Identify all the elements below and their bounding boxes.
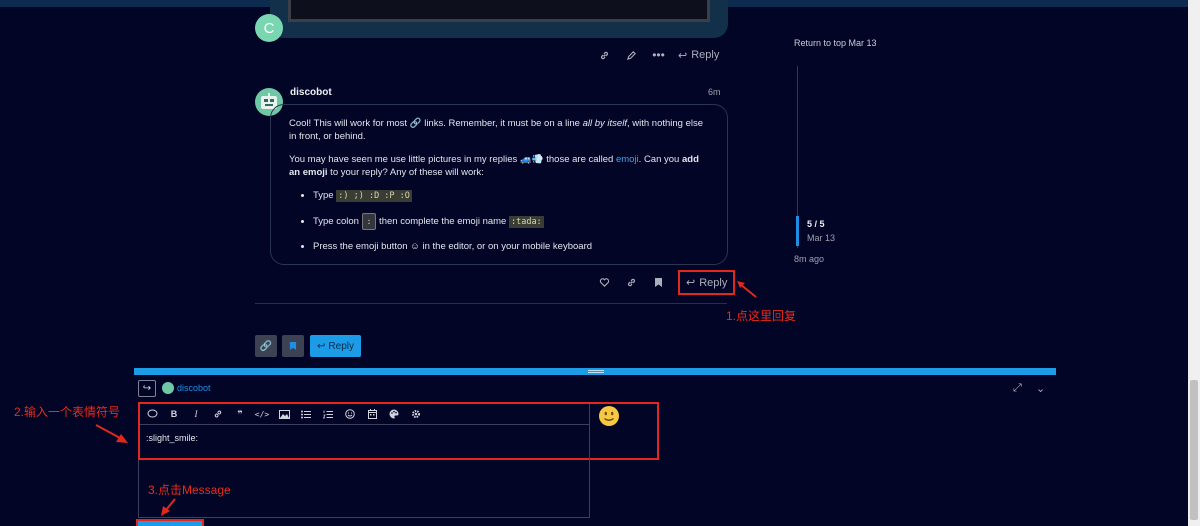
previous-post-reply-button[interactable]: ↩ Reply — [672, 45, 725, 66]
timeline-ago[interactable]: 8m ago — [794, 254, 824, 264]
link-icon: 🔗 — [259, 340, 273, 352]
share-arrow-icon: ↪ — [142, 383, 152, 394]
post-divider — [255, 303, 727, 304]
calendar-icon[interactable] — [361, 405, 383, 423]
emoji-link[interactable]: emoji — [616, 154, 639, 165]
palette-icon[interactable] — [383, 405, 405, 423]
more-icon[interactable]: ••• — [645, 44, 672, 66]
post-time[interactable]: 6m — [708, 87, 721, 97]
timeline-count: 5 / 5 — [807, 219, 825, 229]
timeline-return-to-top[interactable]: Return to top Mar 13 — [794, 37, 884, 50]
bold-icon[interactable]: B — [163, 405, 185, 423]
annotation-arrow-icon — [95, 424, 128, 443]
car-emoji-icon: 🚙💨 — [519, 154, 544, 165]
timeline-date: Mar 13 — [807, 233, 836, 243]
list-item: Type :) ;) :D :P :O — [313, 189, 709, 203]
share-topic-button[interactable]: 🔗 — [255, 335, 277, 357]
bookmark-topic-button[interactable] — [282, 335, 304, 357]
image-icon[interactable] — [273, 405, 295, 423]
blockquote-icon[interactable]: ❞ — [229, 405, 251, 423]
collapse-chevron-icon[interactable]: ⌄ — [1036, 382, 1045, 395]
text-fragment: those are called — [543, 154, 616, 165]
topic-reply-button[interactable]: ↩ Reply — [310, 335, 361, 357]
reply-label: Reply — [691, 49, 720, 61]
bookmark-icon[interactable] — [645, 272, 672, 294]
text-fragment: Cool! This will work for most — [289, 118, 410, 129]
editor-textarea[interactable]: :slight_smile: — [146, 433, 198, 443]
bookmark-icon — [289, 342, 297, 350]
gear-icon[interactable] — [405, 405, 427, 423]
reply-icon: ↩ — [678, 49, 688, 62]
kbd-key: : — [361, 213, 377, 230]
text-fragment: Type — [313, 190, 337, 201]
text-fragment: . Can you — [638, 154, 682, 165]
post-paragraph-2: You may have seen me use little pictures… — [289, 153, 709, 179]
previous-post-card — [270, 0, 728, 38]
reply-to-user[interactable]: discobot — [162, 382, 211, 394]
numbered-list-icon[interactable] — [317, 405, 339, 423]
annotation-arrow-icon — [737, 281, 757, 298]
text-fragment: to your reply? Any of these will work: — [327, 167, 484, 178]
reply-to-username: discobot — [177, 383, 211, 393]
list-item: Press the emoji button ☺ in the editor, … — [313, 240, 709, 253]
scrollbar-thumb[interactable] — [1190, 380, 1198, 520]
post-body: Cool! This will work for most 🔗 links. R… — [270, 104, 728, 265]
quote-icon[interactable] — [141, 405, 163, 423]
timeline-handle[interactable] — [796, 216, 799, 246]
annotation-step-2: 2.输入一个表情符号 — [14, 405, 121, 419]
text-emphasis: all by itself — [582, 118, 627, 129]
expand-icon[interactable]: ⤢ — [1013, 382, 1022, 395]
annotation-arrow-icon — [161, 498, 176, 516]
reply-action-dropdown[interactable]: ↪ — [138, 380, 156, 397]
emoji-icon[interactable] — [339, 405, 361, 423]
post-paragraph-1: Cool! This will work for most 🔗 links. R… — [289, 117, 709, 143]
text-fragment: links. Remember, it must be on a line — [421, 118, 583, 129]
previous-post-quote — [288, 0, 710, 22]
list-item: Type colon : then complete the emoji nam… — [313, 213, 709, 230]
bullet-list-icon[interactable] — [295, 405, 317, 423]
composer-grip-icon[interactable] — [588, 370, 604, 373]
post-username[interactable]: discobot — [290, 87, 332, 98]
annotation-step-3: 3.点击Message — [148, 483, 231, 497]
like-icon[interactable] — [591, 272, 618, 294]
message-submit-button[interactable] — [136, 519, 204, 526]
slight-smile-emoji-icon — [599, 406, 619, 426]
reply-label: Reply — [699, 276, 728, 289]
link-icon[interactable] — [207, 405, 229, 423]
reply-label: Reply — [328, 340, 354, 352]
edit-icon[interactable] — [618, 44, 645, 66]
editor-toolbar: B I ❞ </> — [141, 405, 587, 423]
link-icon[interactable] — [591, 44, 618, 66]
text-fragment: Type colon — [313, 216, 362, 227]
emoji-instructions-list: Type :) ;) :D :P :O Type colon : then co… — [313, 189, 709, 253]
text-fragment: then complete the emoji name — [376, 216, 509, 227]
post-reply-button[interactable]: ↩ Reply — [678, 270, 736, 295]
reply-icon: ↩ — [686, 277, 696, 289]
post-actions: ↩ Reply — [591, 270, 736, 295]
toolbar-divider — [140, 424, 590, 425]
avatar[interactable]: C — [255, 14, 283, 42]
inline-code: :) ;) :D :P :O — [336, 190, 412, 202]
link-icon[interactable] — [618, 272, 645, 294]
link-icon: 🔗 — [409, 118, 422, 129]
text-fragment: You may have seen me use little pictures… — [289, 154, 520, 165]
code-icon[interactable]: </> — [251, 405, 273, 423]
reply-icon: ↩ — [317, 340, 326, 352]
inline-code: :tada: — [508, 216, 544, 228]
annotation-step-1: 1.点这里回复 — [726, 309, 797, 323]
previous-post-actions: ••• ↩ Reply — [591, 44, 725, 66]
page-scrollbar[interactable] — [1188, 0, 1200, 526]
italic-icon[interactable]: I — [185, 405, 207, 423]
avatar — [162, 382, 174, 394]
